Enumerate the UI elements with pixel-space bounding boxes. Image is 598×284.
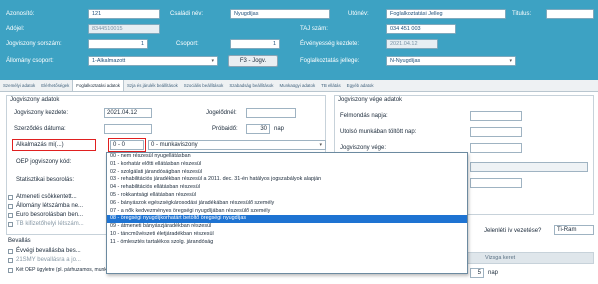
dropdown-option-selected[interactable]: 08 - öregségi nyugdíjkorhatárt betöltő ö… xyxy=(107,215,467,224)
checkbox-2[interactable] xyxy=(8,204,13,209)
jogviszony-vege-extra-field[interactable] xyxy=(470,162,588,172)
tab-egyeb-adatok[interactable]: Egyéb adatok xyxy=(344,80,377,91)
dropdown-option[interactable]: 02 - szolgálati járandóságban részesül xyxy=(107,169,467,177)
foglalkoztatas-jellege-select[interactable]: N-Nyugdíjas ▾ xyxy=(386,56,516,66)
alkalmazas-code-highlight xyxy=(108,138,146,152)
jogviszony-sorszam-label: Jogviszony sorszám: xyxy=(6,41,62,47)
dropdown-option[interactable]: 07 - a nők kedvezményes öregségi nyugdíj… xyxy=(107,208,467,216)
chevron-down-icon: ▾ xyxy=(211,58,214,64)
csaladi-nev-field[interactable]: Nyugdíjas xyxy=(230,9,330,19)
ervenyesseg-field: 2021.04.12 xyxy=(386,39,438,49)
szerzodes-datuma-field[interactable] xyxy=(104,124,152,134)
csaladi-nev-label: Családi név: xyxy=(170,11,204,17)
taj-field[interactable]: 034 451 003 xyxy=(386,24,456,34)
chevron-down-icon: ▾ xyxy=(319,142,322,148)
vizsga-keret-tab[interactable]: Vizsga keret xyxy=(485,255,515,261)
f3-jogv-button[interactable]: F3 - Jogv. xyxy=(228,55,278,67)
checkbox-2-label: Állomány létszámba ne... xyxy=(16,203,84,209)
tab-szja-jarulek[interactable]: Szja és járulék beállítások xyxy=(124,80,181,91)
chevron-down-icon: ▾ xyxy=(509,58,512,64)
tab-bar: Személyi adatok Elérhetőségek Foglalkoztat… xyxy=(0,80,598,92)
tab-szemelyi-adatok[interactable]: Személyi adatok xyxy=(0,80,38,91)
oep-jogviszony-kod-label: OEP jogviszony kód: xyxy=(16,159,72,165)
azonosito-label: Azonosító: xyxy=(6,11,35,17)
tab-szabadsag[interactable]: Szabadság beállítások xyxy=(226,80,276,91)
checkbox-4-label: TB kifizetőhelyi létszám... xyxy=(16,221,84,227)
jogviszony-vege-title: Jogviszony vége adatok xyxy=(338,97,403,103)
jogelodnel-label: Jogelődnél: xyxy=(206,110,237,116)
jogviszony-vege-extra-field-2[interactable] xyxy=(470,178,522,188)
munkaido-nap-field[interactable]: 5 xyxy=(470,268,484,278)
utolso-munkaban-field[interactable] xyxy=(470,127,522,137)
adojel-label: Adójel: xyxy=(6,26,25,32)
probaido-label: Próbaidő: xyxy=(212,126,238,132)
munkaido-nap-unit: nap xyxy=(488,270,499,276)
tab-munkaugyi[interactable]: Munkaügyi adatok xyxy=(277,80,319,91)
jelenleti-iv-select[interactable]: Ti-Ram xyxy=(554,225,594,235)
bevallas-item-2: 21SMY bevallásra a jo... xyxy=(16,257,81,263)
tab-elerhetosegek[interactable]: Elérhetőségek xyxy=(38,80,72,91)
probaido-field[interactable]: 30 xyxy=(246,124,270,134)
alkalmazas-minosege-value: 0 - munkaviszony xyxy=(151,142,198,148)
ervenyesseg-label: Érvényesség kezdete: xyxy=(300,41,360,47)
dropdown-option[interactable]: 04 - rehabilitációs ellátásban részesül xyxy=(107,184,467,192)
allomany-csoport-select[interactable]: 1-Alkalmazott ▾ xyxy=(88,56,218,66)
tab-szocialis[interactable]: Szociális beállítások xyxy=(181,80,227,91)
jogviszony-vege-label: Jogviszony vége: xyxy=(340,145,387,151)
statisztikai-besorolas-label: Statisztikai besorolás: xyxy=(16,177,75,183)
tab-foglalkoztatasi-adatok[interactable]: Foglalkoztatási adatok xyxy=(72,80,124,91)
dropdown-option[interactable]: 10 - táncművészeti életjáradékban részes… xyxy=(107,231,467,239)
jelenleti-iv-label: Jelenléti ív vezetése? xyxy=(484,228,542,234)
adojel-field: 8344510015 xyxy=(88,24,160,34)
alkalmazas-minosege-dropdown: 00 - nem részesül nyugellátásban 01 - ko… xyxy=(106,152,468,274)
foglalkoztatas-jellege-value: N-Nyugdíjas xyxy=(390,58,421,64)
checkbox-3-label: Euro besorolásban ben... xyxy=(16,212,84,218)
felmondas-napja-label: Felmondás napja: xyxy=(340,113,388,119)
utonev-label: Utónév: xyxy=(348,11,369,17)
dropdown-option[interactable]: 03 - rehabilitációs járadékban részesül … xyxy=(107,176,467,184)
szerzodes-datuma-label: Szerződés dátuma: xyxy=(14,126,66,132)
csoport-field[interactable]: 1 xyxy=(230,39,280,49)
jelenleti-iv-value: Ti-Ram xyxy=(557,227,577,233)
jogviszony-adatok-title: Jogviszony adatok xyxy=(10,97,60,103)
jogviszony-vege-field[interactable] xyxy=(470,143,522,153)
dropdown-option[interactable]: 01 - korhatár előtti ellátásban részesül xyxy=(107,161,467,169)
felmondas-napja-field[interactable] xyxy=(470,111,522,121)
taj-label: TAJ szám: xyxy=(300,26,328,32)
foglalkoztatas-jellege-label: Foglalkoztatás jellege: xyxy=(300,58,360,64)
jogelodnel-field[interactable] xyxy=(246,108,296,118)
csoport-label: Csoport: xyxy=(176,41,199,47)
titulus-field[interactable] xyxy=(546,9,594,19)
bevallas-checkbox-1[interactable] xyxy=(8,249,13,254)
checkbox-4[interactable] xyxy=(8,222,13,227)
bevallas-checkbox-2[interactable] xyxy=(8,258,13,263)
dropdown-option[interactable]: 06 - bányászok egészségkárosodási járadé… xyxy=(107,200,467,208)
dropdown-option[interactable]: 05 - rokkantsági ellátásban részesül xyxy=(107,192,467,200)
utonev-field[interactable]: Foglalkoztatási Jelleg xyxy=(386,9,506,19)
utolso-munkaban-label: Utolsó munkában töltött nap: xyxy=(340,129,417,135)
jogviszony-kezdete-field[interactable]: 2021.04.12 xyxy=(104,108,152,118)
checkbox-1[interactable] xyxy=(8,195,13,200)
employee-header: Azonosító: 121 Családi név: Nyugdíjas Ut… xyxy=(0,0,598,80)
jogviszony-sorszam-field[interactable]: 1 xyxy=(88,39,148,49)
bevallas-item-1: Évvégi bevallásba bes... xyxy=(16,248,81,254)
dropdown-option[interactable]: 09 - átmeneti bányászjáradékban részesül xyxy=(107,223,467,231)
allomany-csoport-value: 1-Alkalmazott xyxy=(92,58,126,64)
dropdown-option[interactable]: 00 - nem részesül nyugellátásban xyxy=(107,153,467,161)
allomany-csoport-label: Állomány csoport: xyxy=(6,58,54,64)
dropdown-option[interactable]: 11 - ömlesztés tartalékos szolg. járandó… xyxy=(107,239,467,247)
probaido-unit: nap xyxy=(274,126,285,132)
alkalmazas-minosege-select[interactable]: 0 - munkaviszony ▾ xyxy=(148,140,326,150)
checkbox-3[interactable] xyxy=(8,213,13,218)
alkalmazas-label-highlight xyxy=(12,139,96,151)
azonosito-field[interactable]: 121 xyxy=(88,9,160,19)
checkbox-1-label: Atmeneti csökkentett... xyxy=(16,194,77,200)
titulus-label: Titulus: xyxy=(512,11,532,17)
jogviszony-kezdete-label: Jogviszony kezdete: xyxy=(14,110,69,116)
tab-tb-ellatas[interactable]: TB ellátás xyxy=(318,80,344,91)
bevallas-title: Bevallás xyxy=(8,238,31,244)
bevallas-checkbox-3[interactable] xyxy=(8,268,13,273)
